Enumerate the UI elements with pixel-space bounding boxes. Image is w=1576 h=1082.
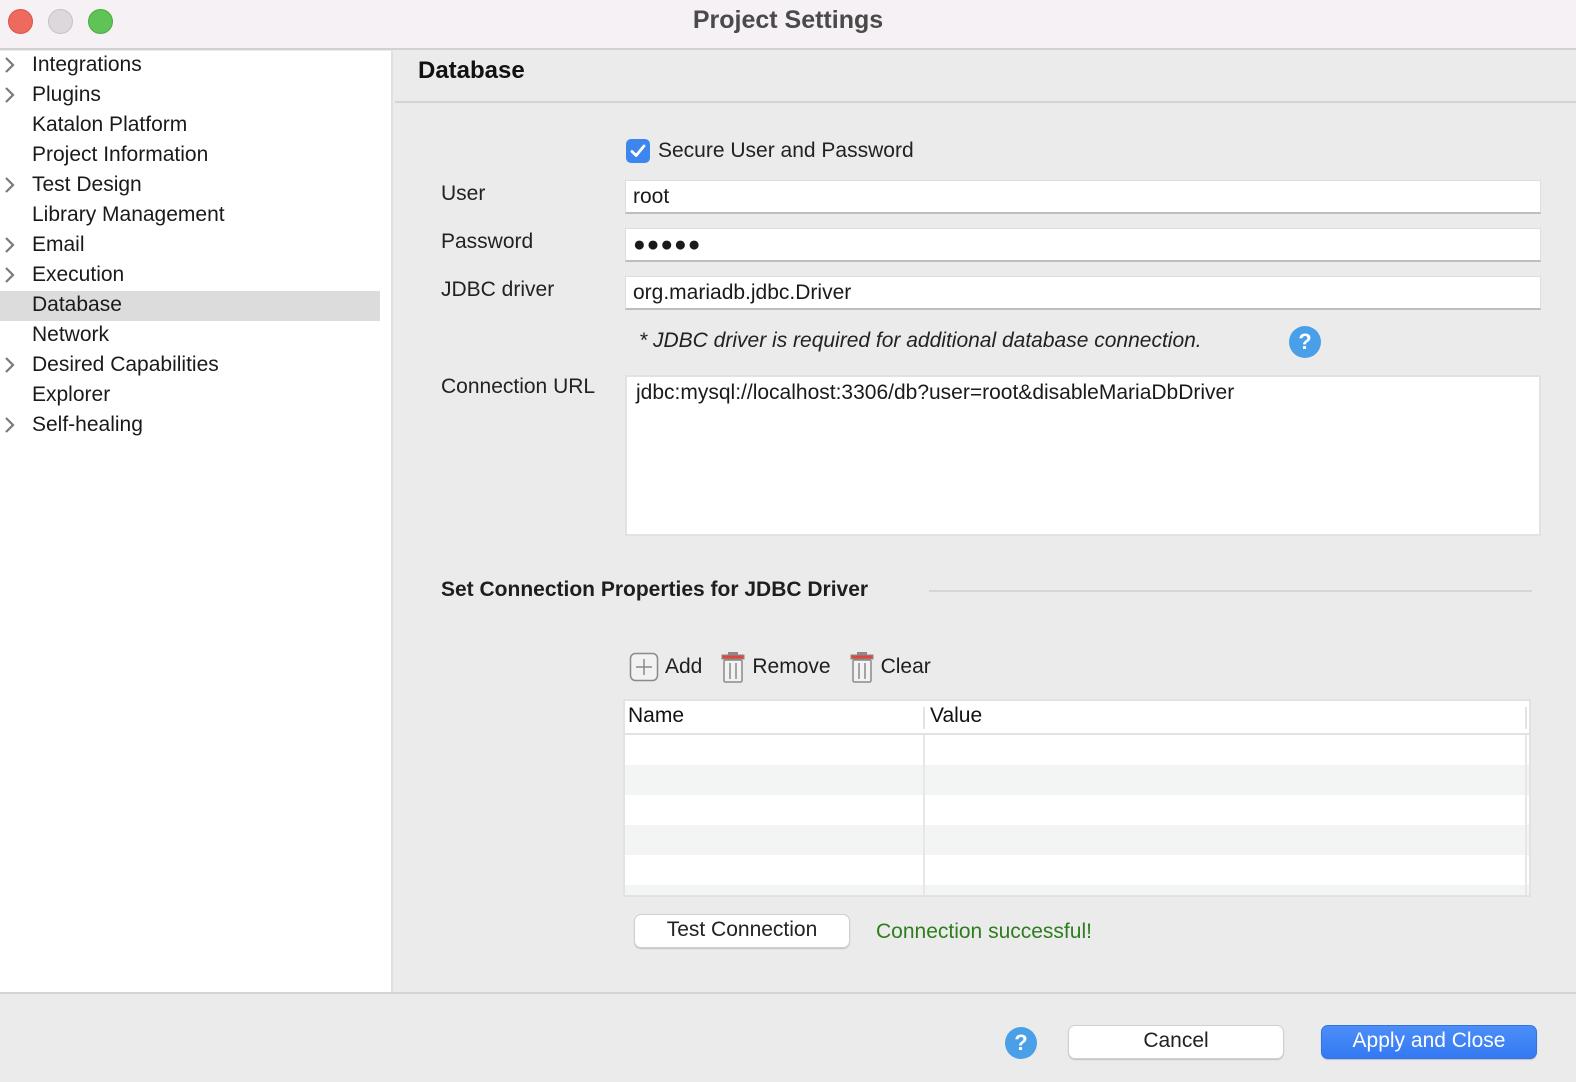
- secure-user-password-checkbox[interactable]: Secure User and Password: [626, 137, 914, 165]
- chevron-right-icon[interactable]: [2, 351, 18, 379]
- apply-and-close-button[interactable]: Apply and Close: [1321, 1025, 1537, 1059]
- sidebar-item-execution[interactable]: Execution: [0, 261, 380, 291]
- column-header-value[interactable]: Value: [930, 704, 982, 728]
- sidebar-item-label: Katalon Platform: [32, 113, 188, 136]
- chevron-right-icon[interactable]: [2, 411, 18, 439]
- sidebar-item-label: Project Information: [32, 143, 209, 166]
- sidebar-item-label: Explorer: [32, 383, 111, 406]
- help-icon[interactable]: ?: [1005, 1027, 1037, 1059]
- help-icon[interactable]: ?: [1289, 326, 1321, 358]
- page-title: Database: [418, 57, 525, 84]
- sidebar-item-integrations[interactable]: Integrations: [0, 51, 380, 81]
- table-row[interactable]: [625, 765, 1529, 795]
- sidebar-item-database[interactable]: Database: [0, 291, 380, 321]
- sidebar-item-label: Desired Capabilities: [32, 353, 219, 376]
- trash-icon: [721, 652, 745, 683]
- column-divider: [1525, 707, 1527, 729]
- sidebar-item-label: Integrations: [32, 53, 142, 76]
- jdbc-driver-input[interactable]: org.mariadb.jdbc.Driver: [625, 276, 1541, 310]
- dialog-footer: ? Cancel Apply and Close: [0, 992, 1576, 1082]
- table-row[interactable]: [625, 735, 1529, 765]
- properties-toolbar: Add Remove Clear: [629, 649, 949, 685]
- sidebar-item-library-management[interactable]: Library Management: [0, 201, 380, 231]
- column-divider: [1525, 735, 1527, 895]
- checkbox-checked-icon[interactable]: [626, 139, 650, 163]
- database-settings-panel: Database Secure User and Password User r…: [395, 51, 1576, 992]
- sidebar-item-plugins[interactable]: Plugins: [0, 81, 380, 111]
- add-label: Add: [665, 655, 703, 678]
- test-connection-button[interactable]: Test Connection: [634, 914, 850, 948]
- password-input[interactable]: ●●●●●: [625, 228, 1541, 262]
- sidebar-item-network[interactable]: Network: [0, 321, 380, 351]
- chevron-right-icon[interactable]: [2, 171, 18, 199]
- clear-properties-button[interactable]: Clear: [849, 651, 931, 683]
- chevron-right-icon[interactable]: [2, 261, 18, 289]
- connection-url-textarea[interactable]: jdbc:mysql://localhost:3306/db?user=root…: [625, 375, 1541, 536]
- connection-properties-table[interactable]: Name Value: [623, 699, 1531, 897]
- trash-icon: [850, 652, 874, 683]
- sidebar-item-self-healing[interactable]: Self-healing: [0, 411, 380, 441]
- jdbc-driver-label: JDBC driver: [441, 278, 555, 301]
- user-label: User: [441, 182, 486, 205]
- table-row[interactable]: [625, 855, 1529, 885]
- sidebar-item-label: Test Design: [32, 173, 142, 196]
- table-header: Name Value: [625, 701, 1529, 735]
- checkbox-label: Secure User and Password: [658, 139, 914, 162]
- table-row[interactable]: [625, 825, 1529, 855]
- panel-header: Database: [395, 51, 1576, 103]
- chevron-right-icon[interactable]: [2, 231, 18, 259]
- sidebar-item-label: Plugins: [32, 83, 101, 106]
- user-input[interactable]: root: [625, 180, 1541, 214]
- sidebar-item-email[interactable]: Email: [0, 231, 380, 261]
- column-header-name[interactable]: Name: [628, 704, 684, 728]
- connection-properties-title: Set Connection Properties for JDBC Drive…: [441, 578, 869, 601]
- sidebar-item-project-information[interactable]: Project Information: [0, 141, 380, 171]
- connection-status: Connection successful!: [876, 920, 1092, 943]
- password-label: Password: [441, 230, 534, 253]
- chevron-right-icon[interactable]: [2, 81, 18, 109]
- sidebar-item-label: Execution: [32, 263, 125, 286]
- sidebar-item-label: Email: [32, 233, 85, 256]
- settings-tree: Integrations Plugins Katalon Platform Proje…: [0, 51, 391, 441]
- sidebar-item-katalon-platform[interactable]: Katalon Platform: [0, 111, 380, 141]
- column-divider[interactable]: [923, 707, 925, 729]
- clear-label: Clear: [880, 655, 931, 678]
- column-divider: [923, 735, 925, 895]
- settings-sidebar: Integrations Plugins Katalon Platform Proje…: [0, 51, 393, 992]
- connection-url-label: Connection URL: [441, 375, 596, 398]
- sidebar-item-label: Library Management: [32, 203, 225, 226]
- chevron-right-icon[interactable]: [2, 51, 18, 79]
- table-row[interactable]: [625, 885, 1529, 895]
- sidebar-item-label: Network: [32, 323, 110, 346]
- remove-label: Remove: [752, 655, 831, 678]
- section-divider: [929, 590, 1532, 592]
- sidebar-item-explorer[interactable]: Explorer: [0, 381, 380, 411]
- jdbc-driver-hint: * JDBC driver is required for additional…: [639, 329, 1202, 352]
- add-property-button[interactable]: Add: [629, 652, 702, 682]
- remove-property-button[interactable]: Remove: [720, 651, 831, 683]
- sidebar-item-label: Self-healing: [32, 413, 143, 436]
- table-row[interactable]: [625, 795, 1529, 825]
- sidebar-item-label: Database: [32, 293, 122, 316]
- add-icon: [629, 652, 659, 682]
- title-bar: Project Settings: [0, 0, 1576, 50]
- sidebar-item-test-design[interactable]: Test Design: [0, 171, 380, 201]
- cancel-button[interactable]: Cancel: [1068, 1025, 1284, 1059]
- sidebar-item-desired-capabilities[interactable]: Desired Capabilities: [0, 351, 380, 381]
- window-title: Project Settings: [692, 6, 884, 34]
